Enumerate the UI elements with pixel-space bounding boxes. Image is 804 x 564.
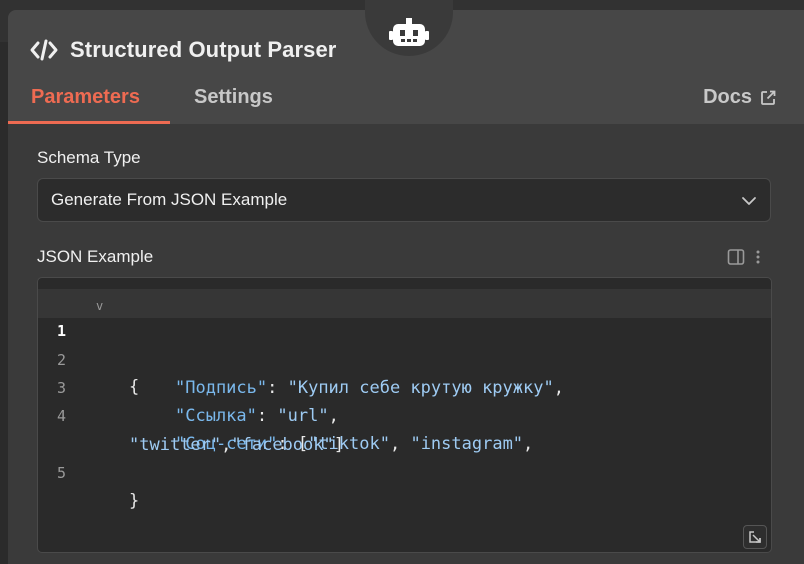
expand-editor-button[interactable] — [743, 525, 767, 549]
docs-link[interactable]: Docs — [703, 86, 776, 109]
robot-icon — [389, 18, 429, 46]
node-title-row: Structured Output Parser — [30, 36, 336, 64]
panel-header: Structured Output Parser Parameters Sett… — [8, 0, 804, 124]
line-number: 5 — [56, 464, 66, 482]
schema-type-label: Schema Type — [37, 148, 141, 167]
code-line: 5 } — [38, 431, 771, 511]
node-title[interactable]: Structured Output Parser — [70, 37, 336, 63]
docs-label: Docs — [703, 86, 752, 108]
code-line: 1 v { — [38, 289, 771, 397]
code-text: } — [129, 491, 140, 511]
chevron-down-icon — [742, 197, 756, 205]
code-line: "twitter","facebook"] — [38, 403, 771, 455]
tab-bar: Parameters Settings Docs — [8, 84, 804, 124]
panel-icon[interactable] — [727, 248, 745, 266]
expand-icon — [749, 531, 761, 543]
json-example-editor[interactable]: 1 v { 2 "Подпись": "Купил себе крутую кр… — [37, 277, 772, 553]
code-line: 4 "Соц-сети": ["tiktok", "instagram", — [38, 374, 771, 454]
code-line: 2 "Подпись": "Купил себе крутую кружку", — [38, 318, 771, 398]
code-icon — [30, 39, 58, 61]
fold-icon[interactable]: v — [96, 292, 103, 320]
tab-parameters[interactable]: Parameters — [31, 86, 140, 109]
schema-type-select[interactable]: Generate From JSON Example — [37, 178, 771, 222]
external-link-icon — [761, 90, 776, 105]
json-example-tools — [727, 248, 761, 266]
node-details-panel: Structured Output Parser Parameters Sett… — [8, 0, 804, 564]
active-tab-indicator — [8, 121, 170, 124]
json-example-label: JSON Example — [37, 247, 154, 266]
node-icon-badge — [365, 0, 453, 56]
more-vertical-icon[interactable] — [755, 248, 761, 266]
code-line: 3 "Ссылка": "url", — [38, 346, 771, 426]
tab-settings[interactable]: Settings — [194, 86, 273, 109]
schema-type-value: Generate From JSON Example — [51, 190, 288, 209]
